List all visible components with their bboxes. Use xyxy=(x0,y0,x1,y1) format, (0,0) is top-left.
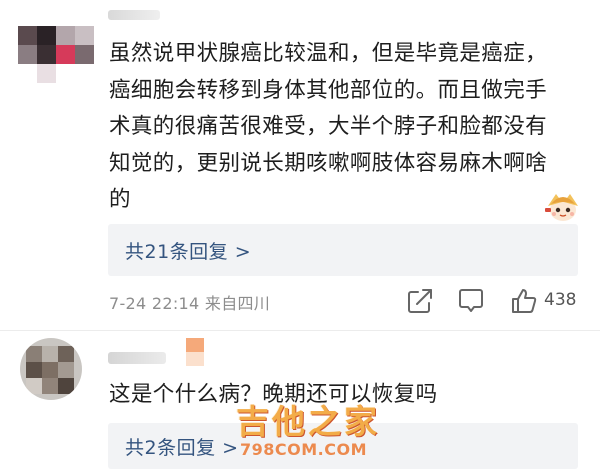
user-badge-blurred-lower xyxy=(186,352,204,366)
view-replies-button[interactable]: 共21条回复 > xyxy=(108,224,578,276)
comment-icon[interactable] xyxy=(456,286,486,316)
username-blurred[interactable] xyxy=(108,352,166,364)
comment-section: 虽然说甲状腺癌比较温和，但是毕竟是癌症，癌细胞会转移到身体其他部位的。而且做完手… xyxy=(0,0,600,469)
comment-datetime: 7-24 22:14 xyxy=(109,294,200,313)
view-replies-label: 共21条回复 > xyxy=(125,240,252,263)
comment-location: 来自四川 xyxy=(204,294,271,313)
watermark-url: 798COM.COM xyxy=(240,440,368,459)
avatar[interactable] xyxy=(20,338,82,400)
avatar[interactable] xyxy=(18,18,98,83)
comment-divider xyxy=(0,330,600,331)
watermark-logo: 吉他之家 xyxy=(236,402,380,441)
share-icon[interactable] xyxy=(405,286,435,316)
comment-meta: 7-24 22:14 来自四川 xyxy=(109,290,270,314)
comment-text: 虽然说甲状腺癌比较温和，但是毕竟是癌症，癌细胞会转移到身体其他部位的。而且做完手… xyxy=(109,41,548,212)
like-icon[interactable] xyxy=(509,286,539,316)
user-badge-blurred xyxy=(186,338,204,352)
view-replies-label: 共2条回复 > xyxy=(125,437,239,459)
sticker-icon xyxy=(545,194,578,221)
like-count: 438 xyxy=(544,290,577,310)
username-blurred[interactable] xyxy=(108,10,160,20)
